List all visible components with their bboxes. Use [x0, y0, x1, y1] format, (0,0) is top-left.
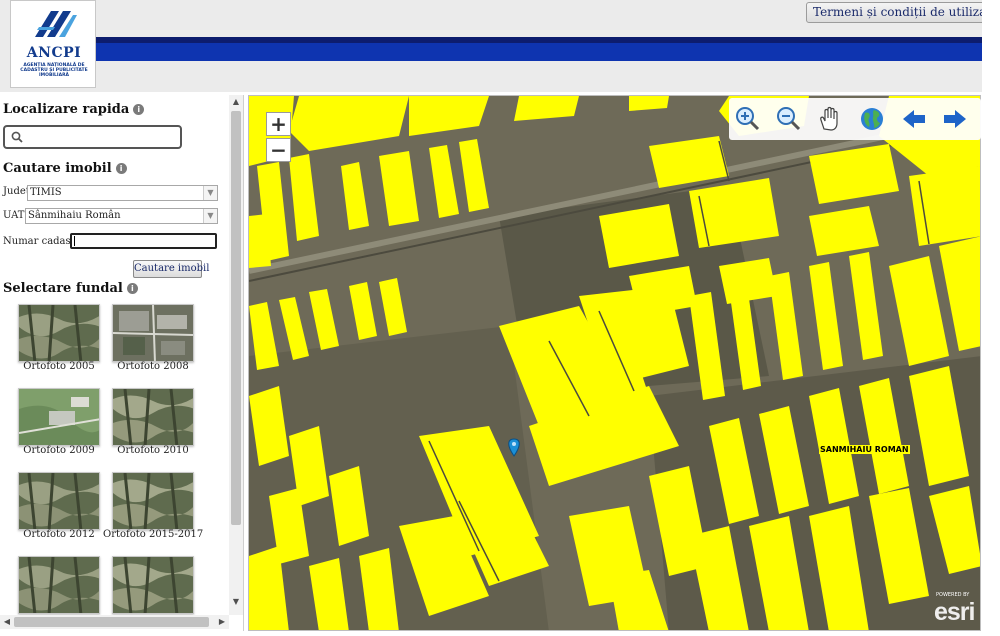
logo-text: ANCPI [26, 45, 82, 61]
basemap-label: Ortofoto 2012 [23, 529, 95, 540]
scroll-right-icon[interactable]: ▶ [215, 615, 229, 629]
basemap-thumbnail-ortofoto-2005[interactable] [18, 304, 100, 362]
basemap-label: Ortofoto 2008 [117, 361, 189, 372]
vertical-scrollbar[interactable]: ▲ ▼ [229, 95, 243, 615]
ortofoto-thumbnail-image [113, 557, 193, 613]
ortofoto-thumbnail-image [113, 389, 193, 445]
chevron-down-icon: ▼ [203, 209, 217, 223]
basemap-thumbnail-ortofoto-2012[interactable] [18, 472, 100, 530]
basemap-label: Ortofoto 2010 [117, 445, 189, 456]
logo-tagline: AGENȚIA NAȚIONALĂ DE CADASTRU ȘI PUBLICI… [20, 63, 88, 78]
next-extent-arrow-icon[interactable] [940, 105, 970, 133]
basemap-thumbnail-ortofoto-2010[interactable] [112, 388, 194, 446]
basemap-title-text: Selectare fundal [3, 281, 123, 296]
scrollbar-thumb[interactable] [231, 111, 241, 525]
property-search-title-text: Cautare imobil [3, 161, 112, 176]
zoom-in-icon[interactable] [733, 105, 763, 133]
ortofoto-thumbnail-image [113, 473, 193, 529]
ortofoto-thumbnail-image [113, 305, 193, 361]
map-view[interactable]: SANMIHAIU ROMAN [248, 95, 981, 631]
zoom-in-button[interactable]: + [266, 112, 291, 136]
header: ANCPI AGENȚIA NAȚIONALĂ DE CADASTRU ȘI P… [0, 0, 1000, 92]
parcel-map-layer [249, 96, 980, 630]
zoom-out-button[interactable]: − [266, 138, 291, 162]
cadastral-number-input[interactable] [70, 233, 217, 249]
basemap-thumbnail[interactable] [18, 556, 100, 614]
app-window: ANCPI AGENȚIA NAȚIONALĂ DE CADASTRU ȘI P… [0, 0, 1000, 636]
terms-button[interactable]: Termeni și condiții de utilizare [806, 2, 1000, 23]
county-select-value: TIMIS [30, 187, 62, 198]
search-icon [11, 131, 23, 143]
uat-select-value: Sânmihaiu Român [28, 210, 121, 221]
full-extent-globe-icon[interactable] [857, 105, 887, 133]
quick-search-input[interactable] [3, 125, 182, 149]
basemap-label: Ortofoto 2009 [23, 445, 95, 456]
info-icon[interactable]: i [126, 283, 138, 294]
info-icon[interactable]: i [133, 104, 145, 115]
zoom-out-icon[interactable] [774, 105, 804, 133]
header-band [95, 43, 982, 61]
scroll-up-icon[interactable]: ▲ [229, 95, 243, 109]
text-caret [74, 236, 75, 246]
place-label: SANMIHAIU ROMAN [819, 445, 910, 454]
scrollbar-thumb[interactable] [14, 617, 209, 627]
basemap-thumbnail-ortofoto-2009[interactable] [18, 388, 100, 446]
quick-search-title-text: Localizare rapida [3, 102, 130, 117]
scroll-down-icon[interactable]: ▼ [229, 595, 243, 609]
ortofoto-thumbnail-image [19, 305, 99, 361]
basemap-title: Selectare fundal i [3, 281, 138, 296]
basemap-label: Ortofoto 2005 [23, 361, 95, 372]
info-icon[interactable]: i [115, 163, 127, 174]
ortofoto-thumbnail-image [19, 557, 99, 613]
esri-logo: esri [934, 598, 975, 626]
basemap-label: Ortofoto 2015-2017 [103, 529, 204, 540]
property-search-button[interactable]: Cautare imobil [133, 260, 209, 278]
county-select[interactable]: TIMIS ▼ [27, 185, 218, 201]
horizontal-scrollbar[interactable]: ◀ ▶ [0, 615, 229, 629]
previous-extent-arrow-icon[interactable] [899, 105, 929, 133]
ancpi-emblem-icon [35, 11, 77, 37]
page-right-margin [982, 0, 1000, 636]
chevron-down-icon: ▼ [203, 186, 217, 200]
quick-search-title: Localizare rapida i [3, 102, 145, 117]
left-panel: Localizare rapida i Cautare imobil i Judet… [0, 95, 244, 631]
uat-label: UAT: [3, 210, 28, 221]
basemap-thumbnail[interactable] [112, 556, 194, 614]
basemap-thumbnail-ortofoto-2015-2017[interactable] [112, 472, 194, 530]
map-toolbar [729, 98, 981, 140]
ancpi-logo[interactable]: ANCPI AGENȚIA NAȚIONALĂ DE CADASTRU ȘI P… [10, 0, 96, 88]
ortofoto-thumbnail-image [19, 473, 99, 529]
basemap-thumbnail-ortofoto-2008[interactable] [112, 304, 194, 362]
ortofoto-thumbnail-image [19, 389, 99, 445]
uat-select[interactable]: Sânmihaiu Român ▼ [25, 208, 218, 224]
property-search-title: Cautare imobil i [3, 161, 127, 176]
pan-hand-icon[interactable] [815, 105, 845, 133]
scroll-left-icon[interactable]: ◀ [0, 615, 14, 629]
